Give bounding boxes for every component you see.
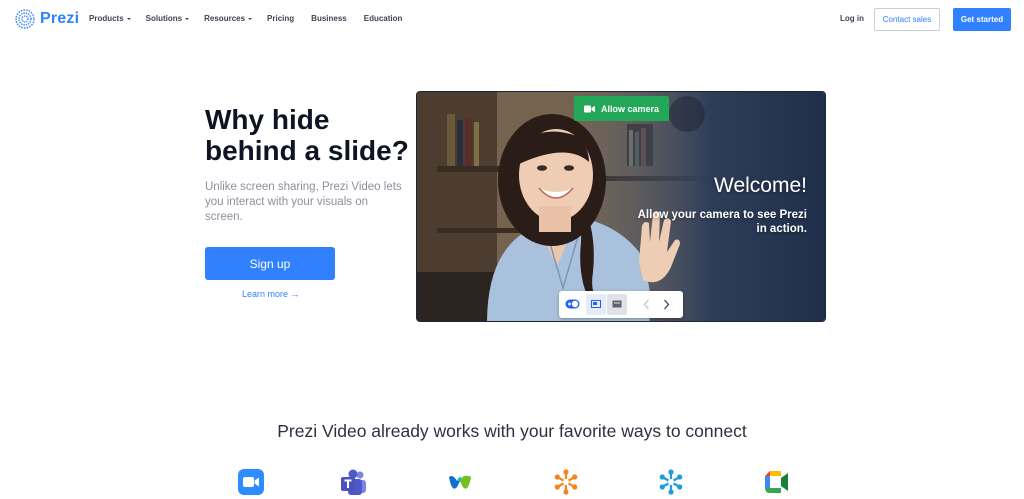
hero-headline: Why hide behind a slide? [205, 104, 420, 166]
brand-name: Prezi [40, 10, 80, 27]
video-preview: Allow camera Welcome! Allow your camera … [416, 91, 826, 322]
blue-asterisk-icon[interactable] [658, 469, 684, 495]
microsoft-teams-icon[interactable] [341, 469, 367, 495]
chevron-down-icon [185, 18, 190, 20]
webex-icon[interactable] [447, 469, 473, 495]
layout-picture-icon [591, 300, 601, 308]
top-navigation: Prezi Products Solutions Resources Prici… [0, 0, 1024, 40]
menu-item-resources[interactable]: Resources [204, 14, 253, 23]
camera-toggle-icon[interactable] [565, 299, 580, 309]
video-camera-icon [583, 105, 595, 112]
layout-slide-icon [612, 300, 622, 308]
menu-label: Resources [204, 14, 246, 23]
chevron-down-icon [248, 18, 253, 20]
menu-label: Business [311, 14, 347, 23]
menu-item-business[interactable]: Business [311, 14, 347, 23]
sign-up-button[interactable]: Sign up [205, 247, 335, 280]
menu-item-solutions[interactable]: Solutions [145, 14, 190, 23]
video-controls-bar [559, 291, 683, 318]
welcome-title: Welcome! [714, 174, 807, 197]
prezi-logo[interactable]: Prezi [15, 9, 79, 29]
google-meet-icon[interactable] [763, 469, 789, 495]
chevron-down-icon [126, 18, 131, 20]
get-started-button[interactable]: Get started [953, 8, 1011, 31]
chevron-left-icon[interactable] [643, 299, 650, 310]
headline-line-1: Why hide [205, 104, 330, 135]
menu-label: Pricing [267, 14, 295, 23]
contact-sales-button[interactable]: Contact sales [874, 8, 940, 31]
menu-item-pricing[interactable]: Pricing [267, 14, 294, 23]
headline-line-2: behind a slide? [205, 135, 409, 166]
learn-more-link[interactable]: Learn more → [242, 289, 300, 299]
layout-slide-button[interactable] [607, 294, 627, 315]
menu-item-education[interactable]: Education [364, 14, 403, 23]
allow-camera-button[interactable]: Allow camera [574, 96, 669, 121]
hero-subtext: Unlike screen sharing, Prezi Video lets … [205, 181, 402, 223]
menu-label: Products [89, 14, 124, 23]
menu-label: Education [363, 14, 403, 23]
main-menu: Products Solutions Resources Pricing Bus… [89, 14, 402, 23]
menu-item-products[interactable]: Products [89, 14, 131, 23]
layout-picture-button[interactable] [586, 294, 606, 315]
menu-label: Solutions [145, 14, 183, 23]
prezi-logo-icon [15, 9, 35, 29]
presenter-photo [417, 92, 825, 321]
chevron-right-icon[interactable] [663, 299, 670, 310]
orange-asterisk-icon[interactable] [553, 469, 579, 495]
login-link[interactable]: Log in [840, 14, 864, 23]
welcome-subtitle: Allow your camera to see Prezi in action… [637, 209, 807, 235]
allow-camera-label: Allow camera [600, 103, 660, 114]
zoom-icon[interactable] [238, 469, 264, 495]
integrations-heading: Prezi Video already works with your favo… [277, 421, 747, 441]
